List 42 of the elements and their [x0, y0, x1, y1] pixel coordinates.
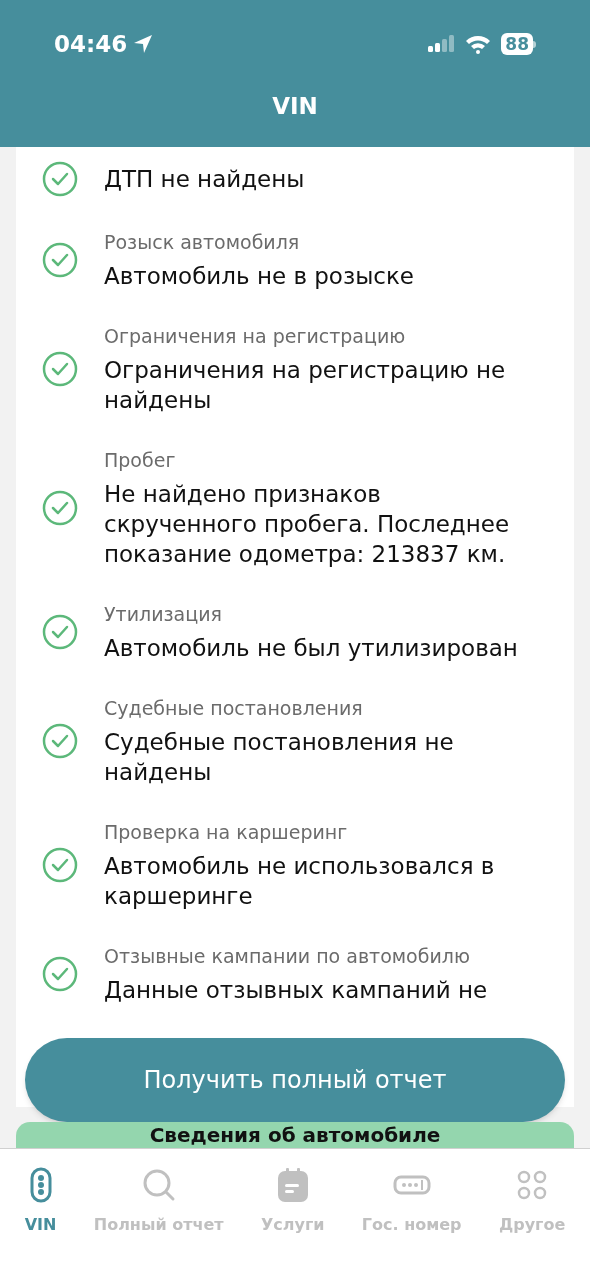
header-title: VIN: [272, 92, 318, 122]
tab-bar-item[interactable]: VIN: [24, 1165, 57, 1280]
section-header[interactable]: Сведения об автомобиле: [16, 1122, 574, 1148]
check-title: Судебные постановления: [104, 696, 364, 721]
tab-bar-item[interactable]: Полный отчет: [93, 1165, 224, 1280]
check-result: ДТП не найдены: [104, 165, 306, 194]
check-title: Утилизация: [104, 602, 223, 627]
license-plate-icon: [392, 1175, 431, 1195]
traffic-light-icon: [29, 1167, 52, 1203]
calendar-icon: [276, 1167, 309, 1203]
check-result: Автомобиль не был утилизирован: [104, 634, 519, 663]
status-time: 04:46: [54, 29, 128, 59]
check-circle-icon: [42, 490, 78, 526]
check-title: Проверка на каршеринг: [104, 820, 349, 845]
check-circle-icon: [42, 161, 78, 197]
check-result: Автомобиль не использовался в каршеринге: [104, 852, 496, 911]
tab-bar-item[interactable]: Услуги: [260, 1165, 325, 1280]
check-circle-icon: [42, 351, 78, 387]
signal-icon: [427, 34, 456, 54]
check-circle-icon: [42, 242, 78, 278]
check-circle-icon: [42, 847, 78, 883]
wifi-icon: [465, 34, 492, 54]
check-title: Розыск автомобиля: [104, 230, 301, 255]
check-circle-icon: [42, 956, 78, 992]
battery-level: 88: [501, 33, 533, 55]
check-title: Ограничения на регистрацию: [104, 324, 407, 349]
full-report-button[interactable]: Получить полный отчет: [25, 1038, 565, 1122]
section-title: Сведения об автомобиле: [149, 1122, 441, 1148]
tab-bar-item[interactable]: Другое: [498, 1165, 566, 1280]
check-result: Ограничения на регистрацию не найдены: [104, 356, 507, 415]
location-arrow-icon: [133, 34, 154, 54]
check-circle-icon: [42, 723, 78, 759]
check-circle-icon: [42, 614, 78, 650]
check-title: Пробег: [104, 448, 177, 473]
check-title: Отзывные кампании по автомобилю: [104, 944, 471, 969]
check-result: Не найдено признаков скрученного пробега. Последнее показание одометра: 213837 км.: [104, 480, 511, 569]
search-icon: [141, 1168, 176, 1202]
check-result: Автомобиль не в розыске: [104, 262, 415, 291]
grid-icon: [517, 1170, 548, 1200]
check-result: Судебные постановления не найдены: [104, 728, 455, 787]
check-result: Данные отзывных кампаний не: [104, 976, 489, 1005]
tab-bar-item[interactable]: Гос. номер: [361, 1165, 462, 1280]
